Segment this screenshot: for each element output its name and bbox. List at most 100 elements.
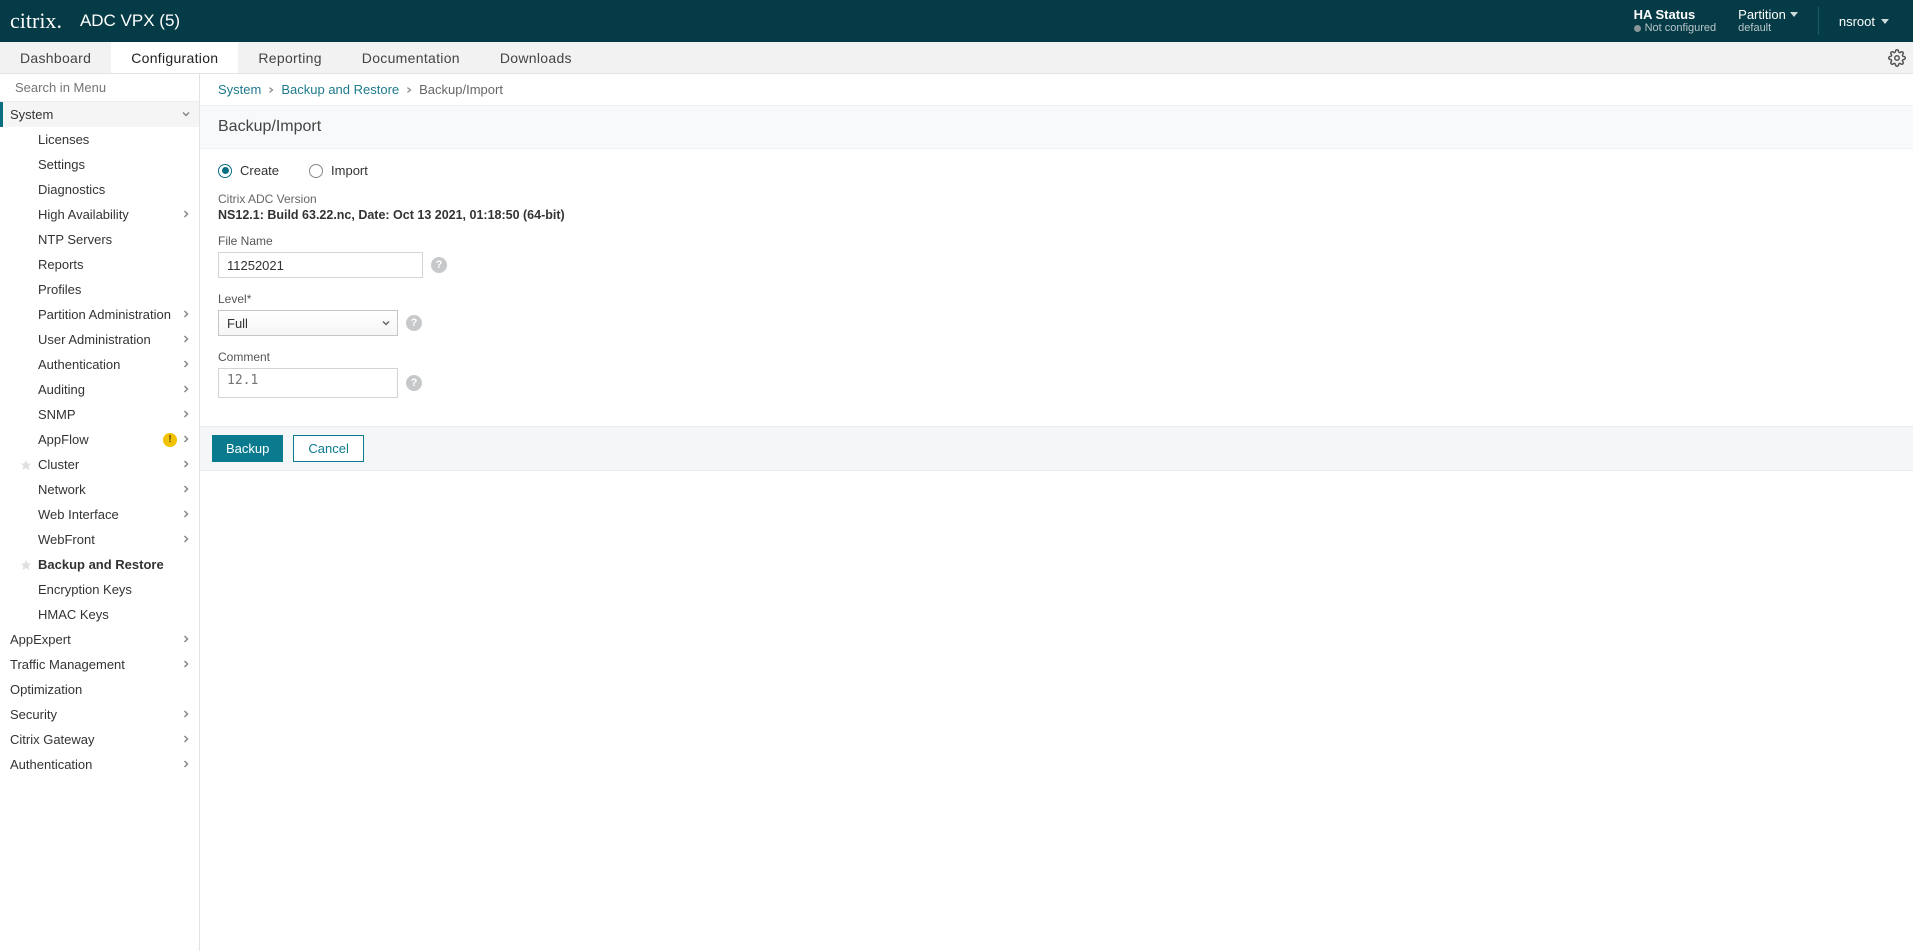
ha-status-block[interactable]: HA Status Not configured — [1634, 7, 1717, 36]
search-input[interactable] — [15, 80, 191, 95]
chevron-right-icon — [181, 357, 191, 372]
sidebar-item-partition-admin[interactable]: Partition Administration — [0, 302, 199, 327]
status-dot-icon — [1634, 25, 1641, 32]
chevron-right-icon — [405, 82, 413, 97]
gear-icon — [1888, 49, 1906, 67]
chevron-right-icon — [181, 207, 191, 222]
action-button-bar: Backup Cancel — [200, 426, 1913, 471]
chevron-right-icon — [181, 382, 191, 397]
sidebar-item-backup-restore[interactable]: Backup and Restore — [0, 552, 199, 577]
chevron-right-icon — [181, 507, 191, 522]
chevron-right-icon — [181, 632, 191, 647]
version-label: Citrix ADC Version — [218, 192, 1895, 206]
chevron-right-icon — [181, 707, 191, 722]
sidebar-item-appexpert[interactable]: AppExpert — [0, 627, 199, 652]
tab-dashboard[interactable]: Dashboard — [0, 42, 111, 73]
chevron-right-icon — [267, 82, 275, 97]
sidebar-item-reports[interactable]: Reports — [0, 252, 199, 277]
sidebar-item-citrix-gateway[interactable]: Citrix Gateway — [0, 727, 199, 752]
content-area: System Backup and Restore Backup/Import … — [200, 74, 1913, 951]
navigation-tabs: Dashboard Configuration Reporting Docume… — [0, 42, 1913, 74]
sidebar-item-security[interactable]: Security — [0, 702, 199, 727]
sidebar-item-encryption-keys[interactable]: Encryption Keys — [0, 577, 199, 602]
sidebar-item-diagnostics[interactable]: Diagnostics — [0, 177, 199, 202]
sidebar-item-appflow[interactable]: AppFlow! — [0, 427, 199, 452]
citrix-logo: citrix — [10, 8, 62, 34]
help-icon[interactable]: ? — [406, 315, 422, 331]
partition-title: Partition — [1738, 7, 1798, 23]
sidebar-item-traffic-management[interactable]: Traffic Management — [0, 652, 199, 677]
comment-label: Comment — [218, 350, 1895, 364]
tab-documentation[interactable]: Documentation — [342, 42, 480, 73]
radio-import[interactable]: Import — [309, 163, 368, 178]
sidebar-search[interactable] — [0, 74, 199, 102]
sidebar-item-profiles[interactable]: Profiles — [0, 277, 199, 302]
version-value: NS12.1: Build 63.22.nc, Date: Oct 13 202… — [218, 208, 1895, 222]
sidebar-item-snmp[interactable]: SNMP — [0, 402, 199, 427]
chevron-right-icon — [181, 482, 191, 497]
sidebar-item-optimization[interactable]: Optimization — [0, 677, 199, 702]
chevron-right-icon — [181, 457, 191, 472]
breadcrumb-current: Backup/Import — [419, 82, 503, 97]
warning-badge-icon: ! — [163, 433, 177, 447]
breadcrumb: System Backup and Restore Backup/Import — [200, 74, 1913, 105]
radio-checked-icon — [218, 164, 232, 178]
top-banner: citrix ADC VPX (5) HA Status Not configu… — [0, 0, 1913, 42]
radio-create[interactable]: Create — [218, 163, 279, 178]
breadcrumb-link-system[interactable]: System — [218, 82, 261, 97]
sidebar-nav: System Licenses Settings Diagnostics Hig… — [0, 74, 200, 951]
search-icon — [8, 81, 9, 95]
settings-gear-button[interactable] — [1881, 42, 1913, 73]
tab-configuration[interactable]: Configuration — [111, 42, 238, 73]
sidebar-item-webfront[interactable]: WebFront — [0, 527, 199, 552]
ha-status-title: HA Status — [1634, 7, 1717, 23]
chevron-right-icon — [181, 732, 191, 747]
form-container: Create Import Citrix ADC Version NS12.1:… — [200, 149, 1913, 426]
help-icon[interactable]: ? — [431, 257, 447, 273]
filename-input[interactable] — [218, 252, 423, 278]
cancel-button[interactable]: Cancel — [293, 435, 363, 462]
sidebar-item-user-admin[interactable]: User Administration — [0, 327, 199, 352]
user-menu[interactable]: nsroot — [1819, 14, 1903, 29]
level-label: Level* — [218, 292, 1895, 306]
sidebar-item-network[interactable]: Network — [0, 477, 199, 502]
chevron-down-icon — [381, 316, 391, 331]
sidebar-item-auditing[interactable]: Auditing — [0, 377, 199, 402]
chevron-right-icon — [181, 657, 191, 672]
chevron-right-icon — [181, 432, 191, 447]
chevron-down-icon — [1881, 19, 1889, 24]
radio-unchecked-icon — [309, 164, 323, 178]
star-icon — [20, 559, 32, 571]
sidebar-item-hmac-keys[interactable]: HMAC Keys — [0, 602, 199, 627]
ha-status-value: Not configured — [1634, 22, 1717, 35]
sidebar-item-web-interface[interactable]: Web Interface — [0, 502, 199, 527]
chevron-down-icon — [1790, 12, 1798, 17]
backup-button[interactable]: Backup — [212, 435, 283, 462]
sidebar-item-cluster[interactable]: Cluster — [0, 452, 199, 477]
breadcrumb-link-backup-restore[interactable]: Backup and Restore — [281, 82, 399, 97]
partition-block[interactable]: Partition default — [1738, 7, 1819, 36]
tab-reporting[interactable]: Reporting — [238, 42, 341, 73]
level-select[interactable]: Full — [218, 310, 398, 336]
chevron-down-icon — [181, 107, 191, 122]
sidebar-item-system[interactable]: System — [0, 102, 199, 127]
chevron-right-icon — [181, 532, 191, 547]
sidebar-item-ntp[interactable]: NTP Servers — [0, 227, 199, 252]
chevron-right-icon — [181, 757, 191, 772]
tab-downloads[interactable]: Downloads — [480, 42, 592, 73]
chevron-right-icon — [181, 332, 191, 347]
sidebar-item-settings[interactable]: Settings — [0, 152, 199, 177]
chevron-right-icon — [181, 407, 191, 422]
sidebar-item-authentication-root[interactable]: Authentication — [0, 752, 199, 777]
sidebar-item-authentication[interactable]: Authentication — [0, 352, 199, 377]
filename-label: File Name — [218, 234, 1895, 248]
comment-input[interactable] — [218, 368, 398, 398]
partition-value: default — [1738, 22, 1798, 35]
product-name: ADC VPX (5) — [80, 11, 180, 31]
sidebar-item-high-availability[interactable]: High Availability — [0, 202, 199, 227]
chevron-right-icon — [181, 307, 191, 322]
help-icon[interactable]: ? — [406, 375, 422, 391]
star-icon — [20, 459, 32, 471]
sidebar-item-licenses[interactable]: Licenses — [0, 127, 199, 152]
page-title: Backup/Import — [200, 105, 1913, 149]
